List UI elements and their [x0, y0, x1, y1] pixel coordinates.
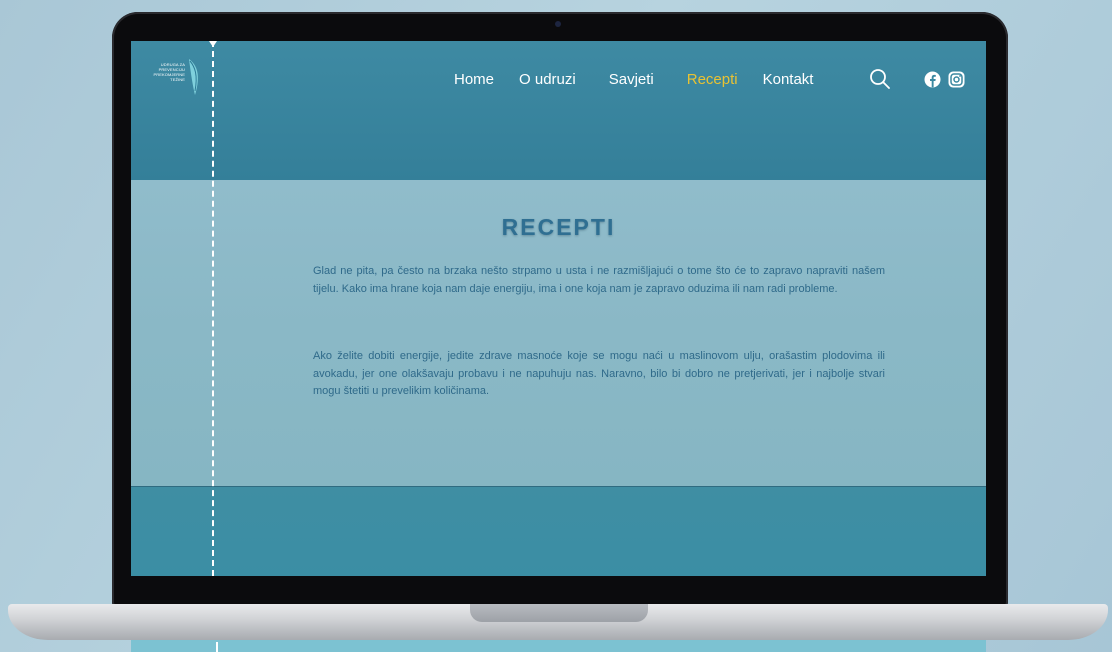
recepti-section: RECEPTI Glad ne pita, pa često na brzaka… — [131, 180, 986, 486]
main-nav: Home O udruzi Savjeti Recepti Kontakt — [454, 69, 838, 89]
site-logo[interactable]: UDRUGA ZA PREVENCIJU PREKOMJERNE TEŽINE — [145, 59, 201, 99]
reflection-dashed-line — [216, 642, 218, 652]
nav-item-recepti[interactable]: Recepti — [687, 71, 738, 88]
laptop-mockup: UDRUGA ZA PREVENCIJU PREKOMJERNE TEŽINE … — [0, 0, 1112, 652]
page-title: RECEPTI — [501, 214, 616, 240]
site-header: UDRUGA ZA PREVENCIJU PREKOMJERNE TEŽINE … — [131, 41, 986, 180]
facebook-icon[interactable] — [924, 71, 941, 88]
nav-item-home[interactable]: Home — [454, 71, 494, 88]
scroll-line-marker — [209, 41, 217, 47]
footer-band — [131, 486, 986, 576]
nav-item-savjeti[interactable]: Savjeti — [609, 71, 654, 88]
instagram-icon[interactable] — [948, 71, 965, 88]
intro-paragraph: Glad ne pita, pa često na brzaka nešto s… — [313, 265, 885, 295]
camera-dot — [555, 21, 561, 27]
scroll-dashed-line — [212, 41, 214, 576]
energy-paragraph: Ako želite dobiti energije, jedite zdrav… — [313, 350, 885, 397]
nav-item-kontakt[interactable]: Kontakt — [763, 71, 814, 88]
search-icon[interactable] — [869, 68, 891, 90]
logo-mark-icon — [189, 59, 198, 95]
laptop-notch — [470, 604, 648, 622]
screen-reflection — [131, 640, 986, 652]
nav-item-o-udruzi[interactable]: O udruzi — [519, 71, 576, 88]
social-links — [924, 71, 965, 88]
website-screen: UDRUGA ZA PREVENCIJU PREKOMJERNE TEŽINE … — [131, 41, 986, 576]
logo-text: UDRUGA ZA PREVENCIJU PREKOMJERNE TEŽINE — [153, 62, 185, 82]
